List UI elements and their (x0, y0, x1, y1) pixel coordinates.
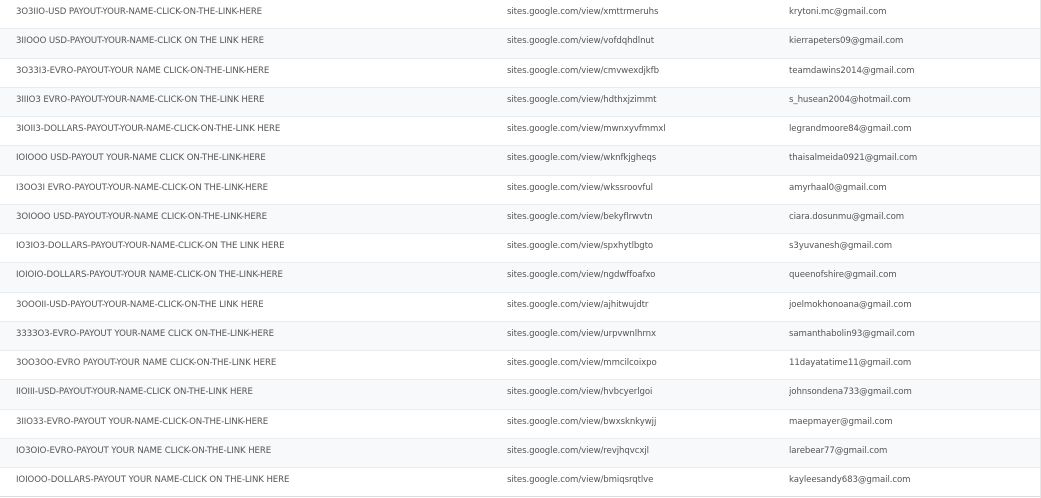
row-email: queenofshire@gmail.com (789, 270, 897, 281)
table-row[interactable]: 3OOOII-USD-PAYOUT-YOUR-NAME-CLICK-ON-THE… (0, 293, 1040, 322)
table-row[interactable]: 3IIIO3 EVRO-PAYOUT-YOUR-NAME-CLICK-ON TH… (0, 87, 1040, 117)
row-url[interactable]: sites.google.com/view/spxhytlbgto (507, 234, 767, 262)
row-url[interactable]: sites.google.com/view/ngdwffoafxo (507, 263, 767, 291)
table-row[interactable]: 3OIOOO USD-PAYOUT-YOUR-NAME CLICK-ON-THE… (0, 204, 1040, 234)
row-url[interactable]: sites.google.com/view/hdthxjzimmt (507, 88, 767, 116)
row-title[interactable]: IIOIII-USD-PAYOUT-YOUR-NAME-CLICK ON-THE… (16, 380, 486, 408)
row-title[interactable]: 3OIOOO USD-PAYOUT-YOUR-NAME CLICK-ON-THE… (16, 205, 486, 233)
row-email: teamdawins2014@gmail.com (789, 65, 915, 76)
row-email: s3yuvanesh@gmail.com (789, 241, 893, 251)
row-url[interactable]: sites.google.com/view/bekyflrwvtn (507, 205, 767, 233)
row-email: legrandmoore84@gmail.com (789, 124, 912, 134)
row-title[interactable]: IO3OIO-EVRO-PAYOUT YOUR NAME CLICK-ON-TH… (16, 439, 486, 467)
row-title[interactable]: IOIOIO-DOLLARS-PAYOUT-YOUR NAME-CLICK-ON… (16, 263, 486, 291)
row-title[interactable]: 3IIIO3 EVRO-PAYOUT-YOUR-NAME-CLICK-ON TH… (16, 88, 486, 116)
table-row[interactable]: IO3OIO-EVRO-PAYOUT YOUR NAME CLICK-ON-TH… (0, 438, 1040, 468)
table-row[interactable]: 3IIO33-EVRO-PAYOUT YOUR-NAME-CLICK-ON-TH… (0, 410, 1040, 439)
row-url[interactable]: sites.google.com/view/bmiqsrqtlve (507, 468, 767, 496)
row-url[interactable]: sites.google.com/view/urpvwnlhrnx (507, 322, 767, 350)
row-email: s_husean2004@hotmail.com (789, 94, 911, 105)
row-title[interactable]: IOIOOO-DOLLARS-PAYOUT YOUR NAME-CLICK ON… (16, 468, 486, 496)
table-row[interactable]: IOIOOO-DOLLARS-PAYOUT YOUR NAME-CLICK ON… (0, 468, 1040, 498)
row-email: samanthabolin93@gmail.com (789, 328, 915, 339)
row-email: kayleesandy683@gmail.com (789, 475, 911, 485)
table-row[interactable]: IO3IO3-DOLLARS-PAYOUT-YOUR-NAME-CLICK-ON… (0, 234, 1040, 264)
row-url[interactable]: sites.google.com/view/mmcilcoixpo (507, 351, 767, 379)
row-email: ciara.dosunmu@gmail.com (789, 211, 905, 222)
row-email: thaisalmeida0921@gmail.com (789, 153, 918, 164)
row-title[interactable]: 3O33I3-EVRO-PAYOUT-YOUR NAME CLICK-ON-TH… (16, 59, 486, 87)
row-title[interactable]: 3OOOII-USD-PAYOUT-YOUR-NAME-CLICK-ON-THE… (16, 293, 486, 321)
table-row[interactable]: 3O33I3-EVRO-PAYOUT-YOUR NAME CLICK-ON-TH… (0, 59, 1040, 88)
row-email: maepmayer@gmail.com (789, 416, 893, 427)
table-row[interactable]: 3IOII3-DOLLARS-PAYOUT-YOUR-NAME-CLICK-ON… (0, 117, 1040, 147)
row-email: joelmokhonoana@gmail.com (789, 299, 912, 310)
row-title[interactable]: 3IOII3-DOLLARS-PAYOUT-YOUR-NAME-CLICK-ON… (16, 117, 486, 145)
row-email: krytoni.mc@gmail.com (789, 7, 887, 17)
row-email: larebear77@gmail.com (789, 445, 888, 456)
row-email: 11dayatatime11@gmail.com (789, 358, 912, 368)
row-url[interactable]: sites.google.com/view/hvbcyerlgoi (507, 380, 767, 408)
row-title[interactable]: 333ЗО3-EVRO-PAYOUT YOUR-NAME CLICK ON-TH… (16, 322, 486, 350)
row-email: johnsondena733@gmail.com (789, 387, 912, 398)
table-row[interactable]: IIOIII-USD-PAYOUT-YOUR-NAME-CLICK ON-THE… (0, 380, 1040, 410)
row-email: kierrapeters09@gmail.com (789, 36, 904, 47)
table-row[interactable]: 333ЗО3-EVRO-PAYOUT YOUR-NAME CLICK ON-TH… (0, 321, 1040, 351)
row-email: amyrhaal0@gmail.com (789, 182, 887, 193)
table-row[interactable]: I3OO3I EVRO-PAYOUT-YOUR-NAME-CLICK-ON TH… (0, 176, 1040, 205)
row-url[interactable]: sites.google.com/view/xmttrmeruhs (507, 0, 767, 28)
row-url[interactable]: sites.google.com/view/mwnxyvfmmxl (507, 117, 767, 145)
row-title[interactable]: 3IIOOO USD-PAYOUT-YOUR-NAME-CLICK ON THE… (16, 29, 486, 57)
results-table: 3O3IIO-USD PAYOUT-YOUR-NAME-CLICK-ON-THE… (0, 0, 1041, 498)
row-title[interactable]: IOIOOO USD-PAYOUT YOUR-NAME CLICK ON-THE… (16, 146, 486, 174)
table-row[interactable]: 3O3IIO-USD PAYOUT-YOUR-NAME-CLICK-ON-THE… (0, 0, 1040, 30)
row-url[interactable]: sites.google.com/view/ajhitwujdtr (507, 293, 767, 321)
table-row[interactable]: IOIOIO-DOLLARS-PAYOUT-YOUR NAME-CLICK-ON… (0, 263, 1040, 293)
row-title[interactable]: 3IIO33-EVRO-PAYOUT YOUR-NAME-CLICK-ON-TH… (16, 410, 486, 438)
table-row[interactable]: 3OO3OO-EVRO PAYOUT-YOUR NAME CLICK-ON-TH… (0, 351, 1040, 381)
table-row[interactable]: IOIOOO USD-PAYOUT YOUR-NAME CLICK ON-THE… (0, 146, 1040, 176)
row-title[interactable]: I3OO3I EVRO-PAYOUT-YOUR-NAME-CLICK-ON TH… (16, 176, 486, 204)
row-url[interactable]: sites.google.com/view/wknfkjgheqs (507, 146, 767, 174)
row-title[interactable]: 3O3IIO-USD PAYOUT-YOUR-NAME-CLICK-ON-THE… (16, 0, 486, 28)
row-title[interactable]: IO3IO3-DOLLARS-PAYOUT-YOUR-NAME-CLICK-ON… (16, 234, 486, 262)
row-url[interactable]: sites.google.com/view/revjhqvcxjl (507, 439, 767, 467)
row-url[interactable]: sites.google.com/view/vofdqhdlnut (507, 29, 767, 57)
row-url[interactable]: sites.google.com/view/cmvwexdjkfb (507, 59, 767, 87)
row-url[interactable]: sites.google.com/view/wkssroovful (507, 176, 767, 204)
row-url[interactable]: sites.google.com/view/bwxsknkywjj (507, 410, 767, 438)
row-title[interactable]: 3OO3OO-EVRO PAYOUT-YOUR NAME CLICK-ON-TH… (16, 351, 486, 379)
table-row[interactable]: 3IIOOO USD-PAYOUT-YOUR-NAME-CLICK ON THE… (0, 29, 1040, 59)
